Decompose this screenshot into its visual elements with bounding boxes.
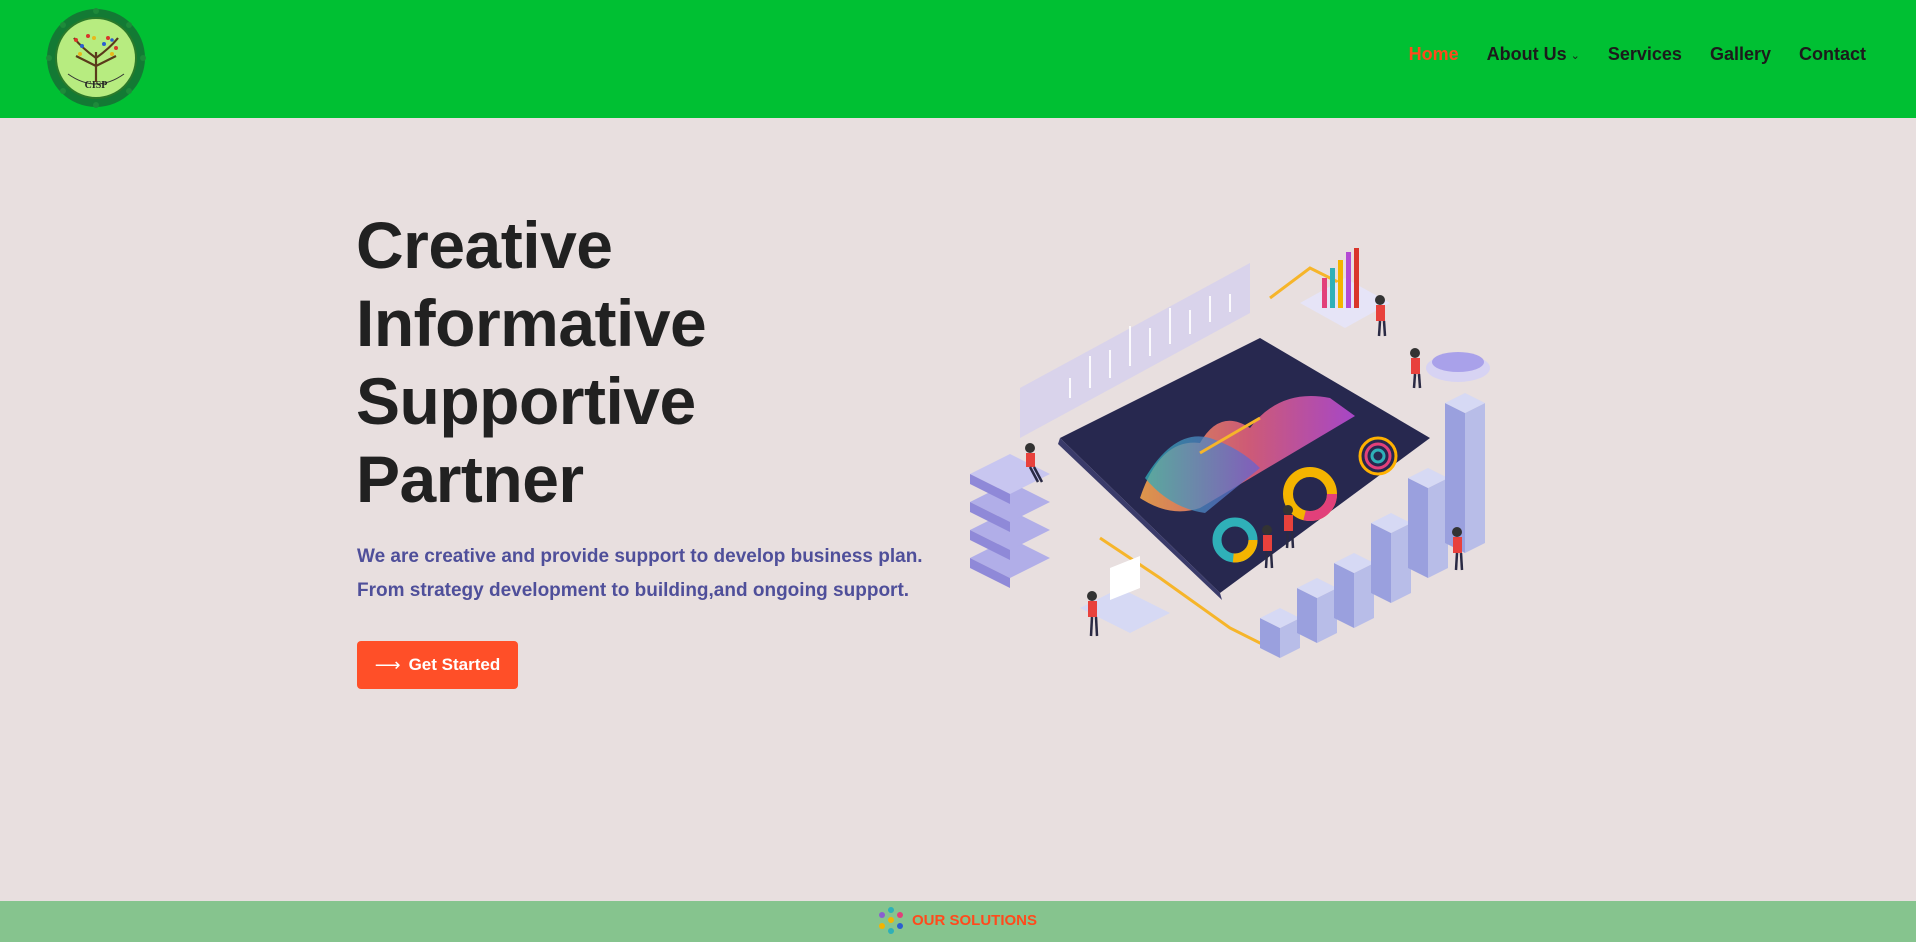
hero-text-line: From strategy development to building,an…	[357, 580, 910, 601]
nav-home-label: Home	[1408, 44, 1459, 64]
cisp-logo[interactable]: CISP	[46, 8, 146, 108]
hero-title: Creative Informative Supportive Partner	[356, 206, 956, 518]
get-started-label: Get Started	[408, 655, 501, 674]
logo-text: CISP	[85, 80, 108, 91]
solutions-icon	[879, 907, 903, 934]
our-solutions-label: OUR SOLUTIONS	[912, 911, 1038, 929]
nav-about-us[interactable]: About Us ⌄	[1487, 44, 1580, 65]
chevron-down-icon: ⌄	[1570, 50, 1580, 62]
nav-services-label: Services	[1607, 44, 1682, 64]
hero-title-line: Partner	[356, 442, 584, 516]
nav-home[interactable]: Home	[1409, 44, 1459, 65]
hero-description: We are creative and provide support to d…	[357, 540, 977, 608]
get-started-button[interactable]: ⟶ Get Started	[357, 641, 518, 689]
hero-title-line: Supportive	[356, 364, 696, 438]
analytics-illustration	[970, 248, 1490, 658]
our-solutions-heading: OUR SOLUTIONS	[876, 902, 1037, 938]
nav-contact[interactable]: Contact	[1799, 44, 1866, 65]
main-nav: Home About Us ⌄ Services Gallery Contact	[1409, 44, 1866, 65]
hero-text-line: We are creative and provide support to d…	[357, 546, 923, 567]
site-header: CISP Home About Us ⌄ Services Gallery Con…	[0, 0, 1916, 118]
hero-title-line: Creative	[356, 208, 613, 282]
nav-contact-label: Contact	[1799, 44, 1866, 64]
arrow-right-icon: ⟶	[374, 654, 401, 675]
nav-gallery[interactable]: Gallery	[1710, 44, 1771, 65]
nav-gallery-label: Gallery	[1709, 44, 1771, 64]
hero-title-line: Informative	[356, 286, 707, 360]
nav-about-label: About Us	[1486, 44, 1567, 64]
nav-services[interactable]: Services	[1608, 44, 1682, 65]
